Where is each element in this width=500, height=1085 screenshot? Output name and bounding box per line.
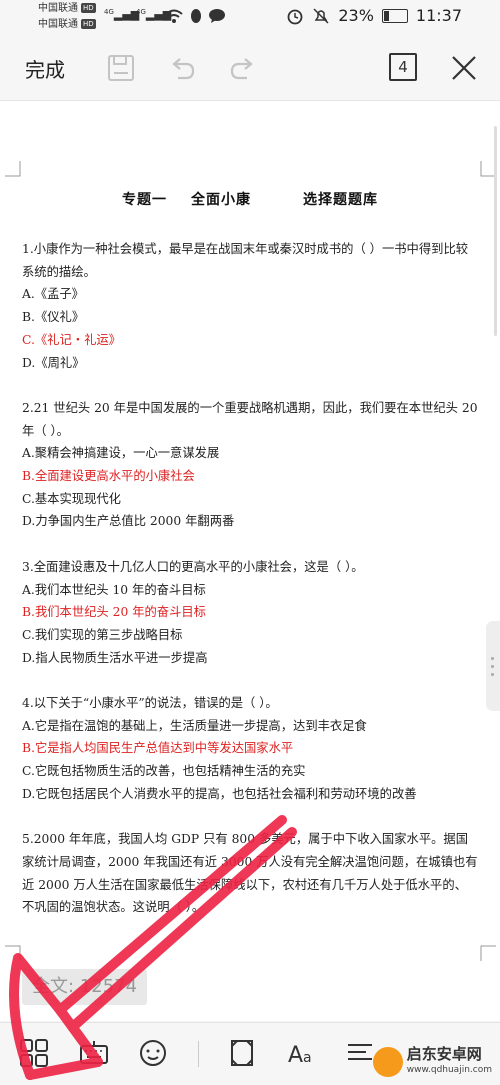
svg-text:A: A [288, 1043, 303, 1068]
top-toolbar: 完成 4 [0, 36, 500, 101]
close-icon[interactable] [448, 52, 480, 84]
mute-icon [313, 7, 329, 24]
option-1c-answer: C.《礼记・礼运》 [22, 332, 121, 347]
option-3c: C.我们实现的第三步战略目标 [22, 627, 183, 642]
option-3b-answer: B.我们本世纪头 20 年的奋斗目标 [22, 605, 206, 620]
question-4: 4.以下关于“小康水平”的说法，错误的是（ ）。 [22, 696, 278, 711]
option-2d: D.力争国内生产总值比 2000 年翻两番 [22, 514, 235, 529]
option-3d: D.指人民物质生活水平进一步提高 [22, 650, 208, 665]
undo-icon[interactable] [166, 52, 198, 84]
grid-icon[interactable] [18, 1037, 50, 1069]
document-page[interactable]: 专题一 全面小康 选择题题库 1.小康作为一种社会模式，最早是在战国末年或秦汉时成书… [0, 101, 500, 1021]
option-2b-answer: B.全面建设更高水平的小康社会 [22, 469, 195, 484]
option-3a: A.我们本世纪头 10 年的奋斗目标 [22, 582, 206, 597]
fullscreen-icon[interactable] [226, 1037, 258, 1069]
question-2: 2.21 世纪头 20 年是中国发展的一个重要战略机遇期，因此，我们要在本世纪头… [22, 400, 478, 438]
save-icon[interactable] [105, 52, 137, 84]
option-1d: D.《周礼》 [22, 355, 85, 370]
qq-icon [191, 9, 201, 23]
status-right: 23% 11:37 [286, 6, 462, 25]
done-button[interactable]: 完成 [25, 54, 65, 83]
document-title: 专题一 全面小康 选择题题库 [122, 192, 378, 208]
toolbar-divider [198, 1041, 199, 1067]
carrier-1: 中国联通 HD [38, 3, 96, 14]
option-2c: C.基本实现现代化 [22, 491, 121, 506]
status-bar: 中国联通 HD 中国联通 HD 4G▂▄▆ 4G▂▄▆ 23% 11:37 [0, 0, 500, 36]
align-icon[interactable] [344, 1037, 376, 1069]
document-body: 1.小康作为一种社会模式，最早是在战国末年或秦汉时成书的（ ）一书中得到比较系统… [22, 238, 478, 919]
watermark: 启东安卓网 www.qdhuajin.com [372, 1046, 492, 1078]
svg-text:a: a [303, 1050, 312, 1066]
scrollbar[interactable] [494, 126, 497, 336]
battery-icon [381, 8, 408, 23]
corner-mark-bottom-right [480, 945, 496, 961]
alarm-icon [287, 9, 303, 24]
redo-icon[interactable] [227, 52, 259, 84]
word-count-badge: 全文: 12574 [22, 969, 148, 1005]
option-4a: A.它是指在温饱的基础上，生活质量进一步提高，达到丰衣足食 [22, 718, 367, 733]
option-4d: D.它既包括居民个人消费水平的提高，也包括社会福利和劳动环境的改善 [22, 786, 417, 801]
question-3: 3.全面建设惠及十几亿人口的更高水平的小康社会，这是（ ）。 [22, 559, 364, 574]
battery-percent: 23% [338, 6, 374, 25]
carrier-2: 中国联通 HD [38, 19, 96, 30]
wifi-icon [165, 9, 183, 23]
option-1b: B.《仪礼》 [22, 310, 85, 325]
clock: 11:37 [415, 6, 462, 25]
question-5: 5.2000 年年底，我国人均 GDP 只有 800 多美元，属于中下收入国家水… [22, 832, 478, 915]
question-1: 1.小康作为一种社会模式，最早是在战国末年或秦汉时成书的（ ）一书中得到比较系统… [22, 242, 469, 279]
page-count-button[interactable]: 4 [389, 53, 417, 81]
keyboard-icon[interactable] [78, 1037, 110, 1069]
option-4b-answer: B.它是指人均国民生产总值达到中等发达国家水平 [22, 741, 294, 756]
signal-1: 4G▂▄▆ [104, 8, 140, 21]
option-2a: A.聚精会神搞建设，一心一意谋发展 [22, 446, 220, 461]
face-icon[interactable] [137, 1037, 169, 1069]
watermark-logo-icon [372, 1047, 403, 1077]
corner-mark-top-left [5, 161, 21, 177]
corner-mark-bottom-left [5, 945, 21, 961]
option-4c: C.它既包括物质生活的改善，也包括精神生活的充实 [22, 764, 306, 779]
font-size-icon[interactable]: Aa [286, 1037, 318, 1069]
option-1a: A.《孟子》 [22, 287, 84, 302]
side-drag-handle[interactable] [486, 621, 500, 711]
message-icon [209, 9, 225, 23]
